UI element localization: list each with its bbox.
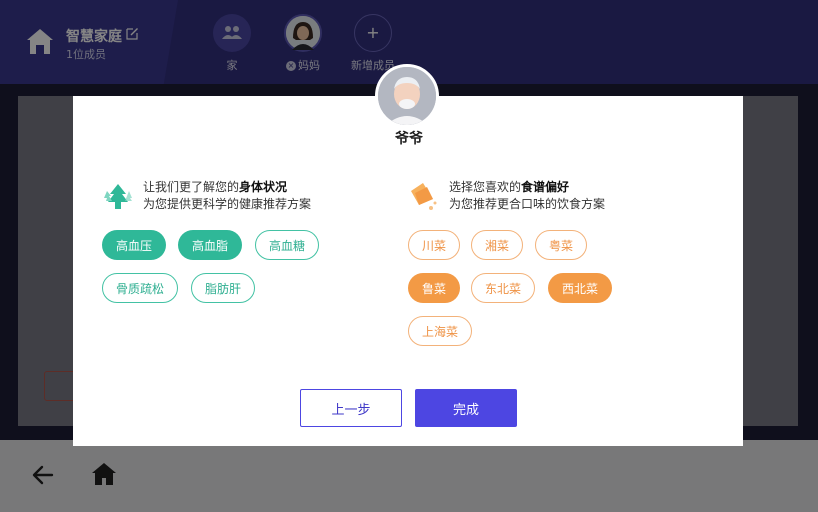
tag-cuisine[interactable]: 上海菜 [408,316,472,346]
tag-health[interactable]: 高血糖 [255,230,319,260]
tag-health[interactable]: 脂肪肝 [191,273,255,303]
done-button[interactable]: 完成 [415,389,517,427]
tag-cuisine[interactable]: 西北菜 [548,273,612,303]
tag-cuisine[interactable]: 粤菜 [535,230,587,260]
tag-cuisine[interactable]: 湘菜 [471,230,523,260]
health-intro: 让我们更了解您的身体状况 为您提供更科学的健康推荐方案 [143,180,312,211]
tag-health[interactable]: 高血压 [102,230,166,260]
tag-cuisine[interactable]: 鲁菜 [408,273,460,303]
avatar-grandpa [375,64,439,128]
food-icon [411,183,437,210]
cuisine-intro: 选择您喜欢的食谱偏好 为您推荐更合口味的饮食方案 [449,180,606,211]
previous-button[interactable]: 上一步 [300,389,402,427]
tag-health[interactable]: 高血脂 [178,230,242,260]
tag-cuisine[interactable]: 川菜 [408,230,460,260]
tag-health[interactable]: 骨质疏松 [102,273,178,303]
member-name: 爷爷 [395,131,423,147]
tag-cuisine[interactable]: 东北菜 [471,273,535,303]
tree-icon [104,184,132,209]
preference-dialog [73,96,743,446]
